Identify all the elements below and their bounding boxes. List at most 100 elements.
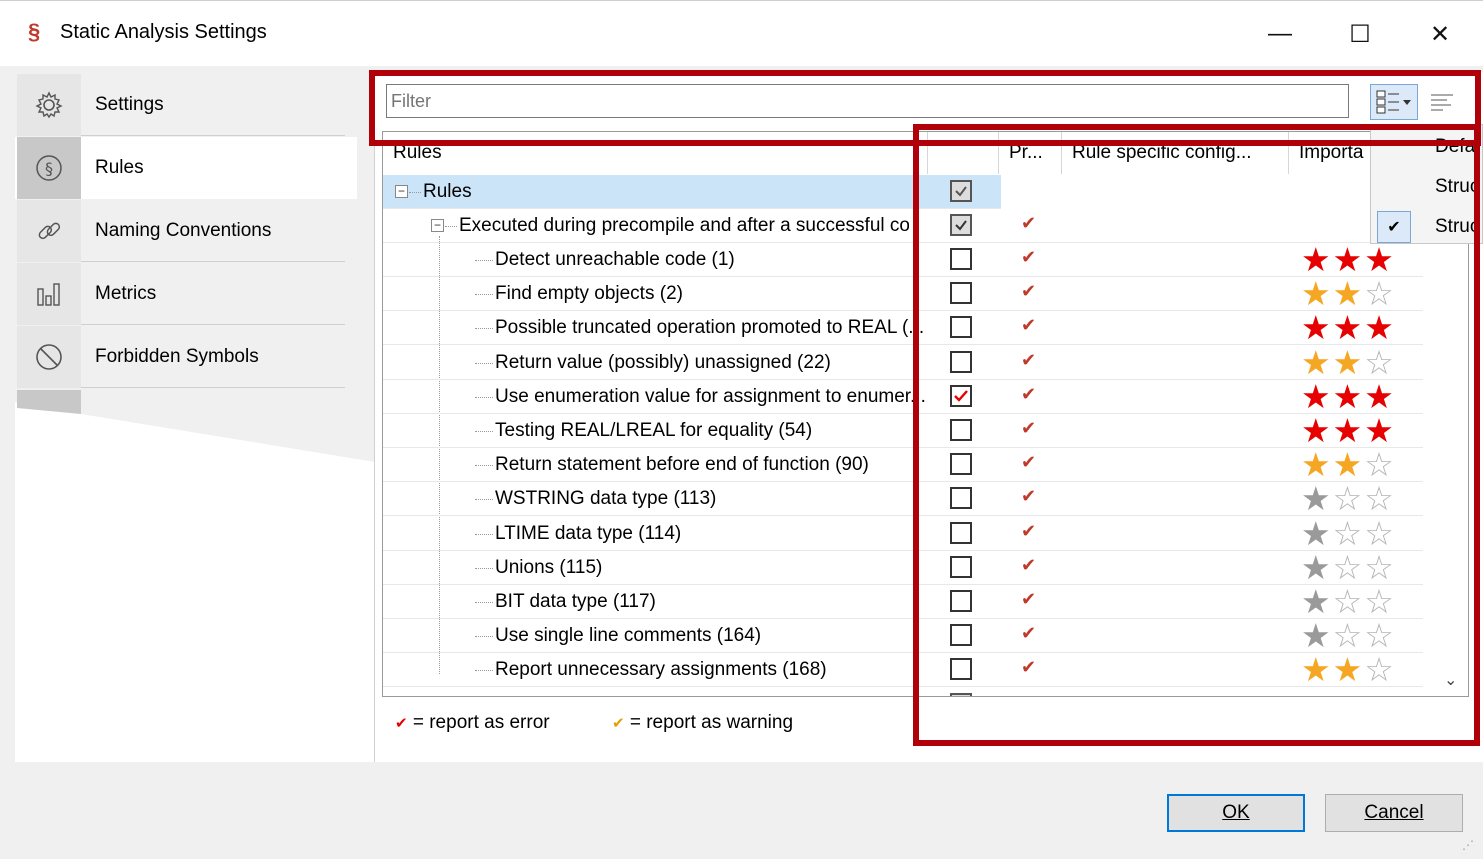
column-header-rule-config[interactable]: Rule specific config... (1062, 132, 1288, 174)
rule-row[interactable]: BIT data type (117) ✔ ★☆☆ (383, 585, 1423, 619)
filled-star-icon: ★ (1364, 377, 1396, 415)
dropdown-item-label: Struc (1435, 176, 1480, 197)
rule-checkbox[interactable] (950, 658, 972, 681)
rule-row[interactable]: Return statement before end of function … (383, 448, 1423, 483)
importance-stars[interactable]: ★★★ (1301, 311, 1396, 345)
importance-stars[interactable]: ★☆☆ (1301, 482, 1396, 516)
column-header-rules[interactable]: Rules (383, 132, 927, 174)
tree-line (475, 260, 493, 261)
sidebar-item-forbidden-symbols[interactable]: Forbidden Symbols (15, 326, 357, 388)
filled-star-icon: ★ (1332, 241, 1365, 278)
tree-line (475, 362, 493, 364)
svg-text:§: § (45, 159, 53, 178)
scroll-down-icon[interactable]: ⌄ (1444, 670, 1457, 690)
filled-star-icon: ★ (1301, 617, 1333, 655)
rule-row[interactable]: Report unnecessary assignments (168) ✔ ★★☆ (383, 653, 1423, 688)
rule-row[interactable]: Testing REAL/LREAL for equality (54) ✔ ★★★ (383, 414, 1423, 448)
rule-checkbox[interactable] (950, 590, 972, 612)
minimize-button[interactable]: — (1250, 13, 1310, 55)
rule-row[interactable]: Unions (115) ✔ ★☆☆ (383, 548, 1423, 586)
filled-star-icon: ★ (1301, 514, 1333, 552)
collapse-icon[interactable]: − (431, 219, 444, 232)
app-icon: § (28, 19, 41, 44)
column-header-priority[interactable]: Pr... (999, 132, 1061, 174)
rule-checkbox[interactable] (950, 248, 972, 270)
row-checkbox[interactable] (950, 180, 972, 202)
sidebar-item-rules[interactable]: § Rules (15, 137, 357, 199)
filter-input[interactable] (386, 84, 1349, 118)
filled-star-icon: ★ (1301, 548, 1333, 586)
filled-star-icon: ★ (1332, 446, 1365, 484)
tree-line (475, 328, 493, 330)
report-as-error-icon: ✔ (1021, 315, 1037, 336)
tree-line (475, 396, 493, 398)
dropdown-item-structured-checked[interactable]: ✔ Struc (1371, 207, 1482, 243)
nav-icon-cell (17, 74, 81, 136)
sidebar-item-naming-conventions[interactable]: Naming Conventions (15, 200, 357, 262)
dropdown-item-structured[interactable]: Struc (1371, 167, 1482, 205)
align-button[interactable] (1422, 84, 1462, 120)
rule-row[interactable]: Detect unreachable code (1) ✔ ★★★ (383, 243, 1423, 277)
sidebar-item-metrics[interactable]: Metrics (15, 263, 357, 325)
filled-star-icon: ★ (1332, 343, 1365, 381)
rule-row[interactable]: Find empty objects (2) ✔ ★★☆ (383, 277, 1423, 312)
rule-checkbox[interactable] (950, 555, 972, 578)
rule-row[interactable]: Possible truncated operation promoted to… (383, 311, 1423, 346)
rule-row[interactable]: LTIME data type (114) ✔ ★☆☆ (383, 514, 1423, 552)
filled-star-icon: ★ (1332, 651, 1365, 689)
importance-stars[interactable]: ★★☆ (1301, 277, 1396, 311)
tree-row-group[interactable]: − Executed during precompile and after a… (383, 209, 1423, 243)
rule-checkbox[interactable] (950, 384, 972, 407)
rule-label: Return statement before end of function … (495, 454, 869, 476)
rule-checkbox[interactable] (950, 282, 972, 305)
rule-checkbox[interactable] (950, 521, 972, 544)
report-as-error-icon: ✔ (1021, 281, 1037, 302)
check-icon (954, 389, 968, 402)
rule-checkbox[interactable] (950, 350, 972, 373)
rule-row[interactable]: Use enumeration value for assignment to … (383, 377, 1423, 415)
importance-stars[interactable]: ★☆☆ (1301, 585, 1396, 619)
rule-checkbox[interactable] (950, 624, 972, 647)
importance-stars[interactable]: ★★★ (1301, 243, 1396, 277)
dropdown-item-label: Defa (1435, 136, 1476, 157)
filled-star-icon: ★ (1301, 480, 1333, 518)
report-as-error-icon: ✔ (1021, 247, 1037, 267)
row-checkbox[interactable] (950, 214, 972, 236)
sidebar-item-label: Metrics (95, 283, 157, 304)
sidebar-item-settings[interactable]: Settings (15, 74, 357, 136)
minimize-icon: — (1268, 20, 1292, 47)
importance-stars[interactable]: ★★★ (1301, 414, 1396, 448)
row-checkbox[interactable] (950, 693, 972, 696)
importance-stars[interactable]: ★☆☆ (1301, 514, 1396, 552)
importance-stars[interactable]: ★☆☆ (1301, 548, 1396, 586)
ok-button[interactable]: OK (1167, 794, 1305, 832)
rule-checkbox[interactable] (950, 316, 972, 339)
empty-star-icon: ☆ (1364, 275, 1396, 313)
rule-row[interactable]: Return value (possibly) unassigned (22) ✔… (383, 343, 1423, 381)
view-options-button[interactable] (1370, 84, 1418, 120)
rule-checkbox[interactable] (950, 487, 972, 510)
close-button[interactable]: ✕ (1410, 13, 1470, 55)
importance-stars[interactable]: ★★☆ (1301, 448, 1396, 482)
rule-checkbox[interactable] (950, 419, 972, 441)
filled-star-icon: ★ (1364, 412, 1396, 449)
resize-grip-icon[interactable]: ⋰ (1462, 838, 1474, 852)
filled-star-icon: ★ (1332, 275, 1365, 313)
rule-row[interactable]: WSTRING data type (113) ✔ ★☆☆ (383, 482, 1423, 517)
cancel-button[interactable]: Cancel (1325, 794, 1463, 832)
collapse-icon[interactable]: − (395, 185, 408, 198)
column-header-active[interactable] (928, 132, 998, 174)
nav-icon-cell (17, 200, 81, 262)
empty-star-icon: ☆ (1364, 514, 1396, 552)
importance-stars[interactable]: ★★★ (1301, 377, 1396, 415)
rule-label: Use single line comments (164) (495, 625, 762, 647)
rule-row[interactable]: Use single line comments (164) ✔ ★☆☆ (383, 619, 1423, 654)
dropdown-item-default[interactable]: Defa (1371, 127, 1482, 165)
importance-stars[interactable]: ★★☆ (1301, 653, 1396, 687)
rule-checkbox[interactable] (950, 453, 972, 476)
tree-row-root[interactable]: − Rules (383, 175, 1001, 209)
close-icon: ✕ (1429, 20, 1451, 48)
maximize-button[interactable]: ☐ (1330, 13, 1390, 55)
importance-stars[interactable]: ★☆☆ (1301, 619, 1396, 653)
importance-stars[interactable]: ★★☆ (1301, 343, 1396, 381)
